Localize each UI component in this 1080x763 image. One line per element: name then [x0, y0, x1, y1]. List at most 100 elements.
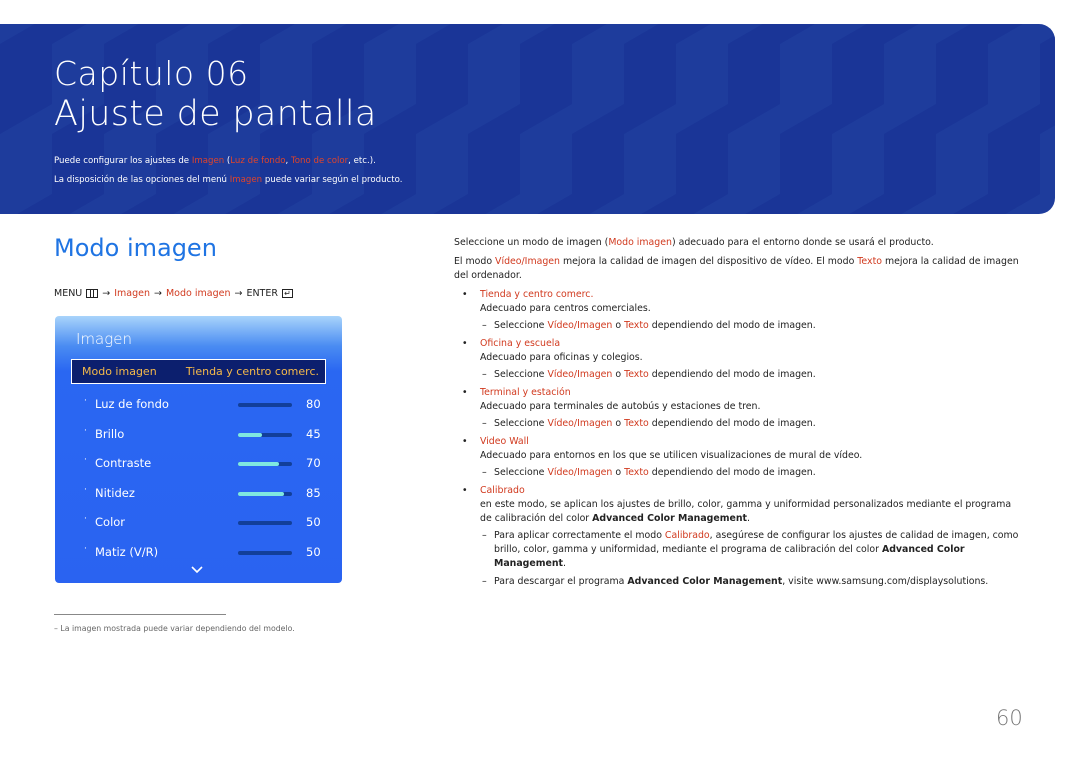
menu-step-modo-imagen: Modo imagen: [165, 288, 231, 299]
cube-face: [468, 24, 503, 44]
cube-face: [468, 104, 520, 214]
cube-face: [953, 194, 988, 214]
bullet-dot: ·: [84, 484, 87, 495]
mode-description: Adecuado para centros comerciales.: [480, 303, 651, 314]
slider-fill: [238, 462, 279, 467]
tv-menu-item[interactable]: · Color 50: [55, 512, 342, 532]
item-value: 70: [306, 456, 321, 471]
cube-face: [520, 24, 572, 134]
selected-label: Modo imagen: [82, 365, 157, 378]
value-slider[interactable]: [238, 403, 292, 407]
content-column: Seleccione un modo de imagen (Modo image…: [454, 236, 1024, 593]
item-value: 50: [306, 515, 321, 530]
enter-icon: ↵: [281, 289, 293, 298]
selected-value: Tienda y centro comerc.: [185, 365, 319, 378]
mode-note: Seleccione Vídeo/Imagen o Texto dependie…: [454, 368, 1024, 382]
cube-face: [780, 24, 815, 44]
cube-face: [832, 24, 884, 134]
arrow: →: [234, 288, 243, 299]
banner-description-2: La disposición de las opciones del menú …: [54, 175, 403, 185]
calibrado-note-1: Para aplicar correctamente el modo Calib…: [454, 529, 1024, 571]
cube-face: [676, 104, 728, 214]
cube-face: [572, 104, 624, 214]
tv-menu-selected-item[interactable]: Modo imagen Tienda y centro comerc.: [71, 359, 326, 384]
menu-icon: [86, 289, 99, 298]
cube-face: [780, 104, 832, 214]
chevron-down-icon[interactable]: [191, 566, 203, 574]
footnote: – La imagen mostrada puede variar depend…: [54, 624, 295, 633]
tv-menu-item[interactable]: · Brillo 45: [55, 424, 342, 444]
cube-face: [988, 24, 1023, 44]
intro-paragraph: Seleccione un modo de imagen (Modo image…: [454, 237, 934, 248]
cube-face: [884, 104, 936, 214]
mode-item: Terminal y estación: [454, 386, 1024, 400]
mode-note: Seleccione Vídeo/Imagen o Texto dependie…: [454, 466, 1024, 480]
cube-face: [537, 194, 572, 214]
cube-face: [17, 194, 52, 214]
bullet-dot: ·: [84, 455, 87, 466]
slider-fill: [238, 491, 284, 496]
mode-paragraph: El modo Vídeo/Imagen mejora la calidad d…: [454, 256, 1019, 281]
mode-item: Tienda y centro comerc.: [454, 288, 1024, 302]
cube-face: [1040, 194, 1055, 214]
menu-path: MENU → Imagen → Modo imagen → ENTER ↵: [54, 288, 293, 299]
tv-menu-item[interactable]: · Luz de fondo 80: [55, 394, 342, 414]
arrow: →: [102, 288, 111, 299]
mode-description: Adecuado para oficinas y colegios.: [480, 352, 643, 363]
footnote-divider: [54, 614, 226, 615]
chapter-banner: Capítulo 06 Ajuste de pantalla Puede con…: [0, 24, 1055, 214]
value-slider[interactable]: [238, 491, 292, 496]
item-label: Matiz (V/R): [95, 545, 159, 559]
cube-face: [121, 194, 156, 214]
bullet-dot: ·: [84, 425, 87, 436]
calibrado-note-2: Para descargar el programa Advanced Colo…: [454, 575, 1024, 589]
cube-face: [676, 24, 711, 44]
cube-face: [884, 24, 919, 44]
item-label: Brillo: [95, 426, 125, 441]
value-slider[interactable]: [238, 462, 292, 467]
cube-face: [745, 194, 780, 214]
tv-menu-item[interactable]: · Nitidez 85: [55, 483, 342, 503]
slider-fill: [238, 432, 263, 437]
item-value: 45: [306, 426, 321, 441]
tv-menu-imagen: Imagen Modo imagen Tienda y centro comer…: [55, 316, 342, 583]
arrow: →: [154, 288, 162, 299]
bullet-dot: ·: [84, 514, 87, 525]
cube-face: [260, 24, 295, 44]
banner-description-1: Puede configurar los ajustes de Imagen (…: [54, 156, 376, 166]
section-title: Modo imagen: [54, 234, 217, 262]
cube-face: [416, 24, 468, 134]
cube-face: [988, 104, 1040, 214]
item-value: 85: [306, 485, 321, 500]
mode-item: Oficina y escuela: [454, 337, 1024, 351]
menu-step-imagen: Imagen: [114, 288, 151, 299]
tv-menu-item[interactable]: · Contraste 70: [55, 453, 342, 473]
mode-note: Seleccione Vídeo/Imagen o Texto dependie…: [454, 417, 1024, 431]
mode-description: Adecuado para terminales de autobús y es…: [480, 401, 761, 412]
cube-face: [0, 24, 52, 134]
mode-item: Video Wall: [454, 435, 1024, 449]
bullet-dot: ·: [84, 544, 87, 554]
mode-item-calibrado: Calibrado: [454, 484, 1024, 498]
item-label: Nitidez: [95, 485, 135, 500]
cube-face: [433, 194, 468, 214]
item-label: Contraste: [95, 456, 152, 471]
value-slider[interactable]: [238, 551, 292, 555]
cube-face: [572, 24, 607, 44]
item-label: Color: [95, 515, 126, 530]
mode-description: Adecuado para entornos en los que se uti…: [480, 450, 863, 461]
value-slider[interactable]: [238, 521, 292, 526]
cube-face: [225, 194, 260, 214]
cube-face: [1040, 35, 1055, 134]
tv-menu-item[interactable]: · Matiz (V/R) 50: [55, 542, 342, 562]
value-slider[interactable]: [238, 432, 292, 437]
cube-face: [624, 24, 676, 134]
calibrado-description: en este modo, se aplican los ajustes de …: [480, 499, 1012, 524]
cube-face: [936, 24, 988, 134]
enter-label: ENTER: [246, 288, 278, 299]
item-label: Luz de fondo: [95, 397, 169, 411]
cube-face: [728, 24, 780, 134]
cube-face: [329, 194, 364, 214]
item-value: 80: [306, 397, 321, 411]
cube-face: [849, 194, 884, 214]
